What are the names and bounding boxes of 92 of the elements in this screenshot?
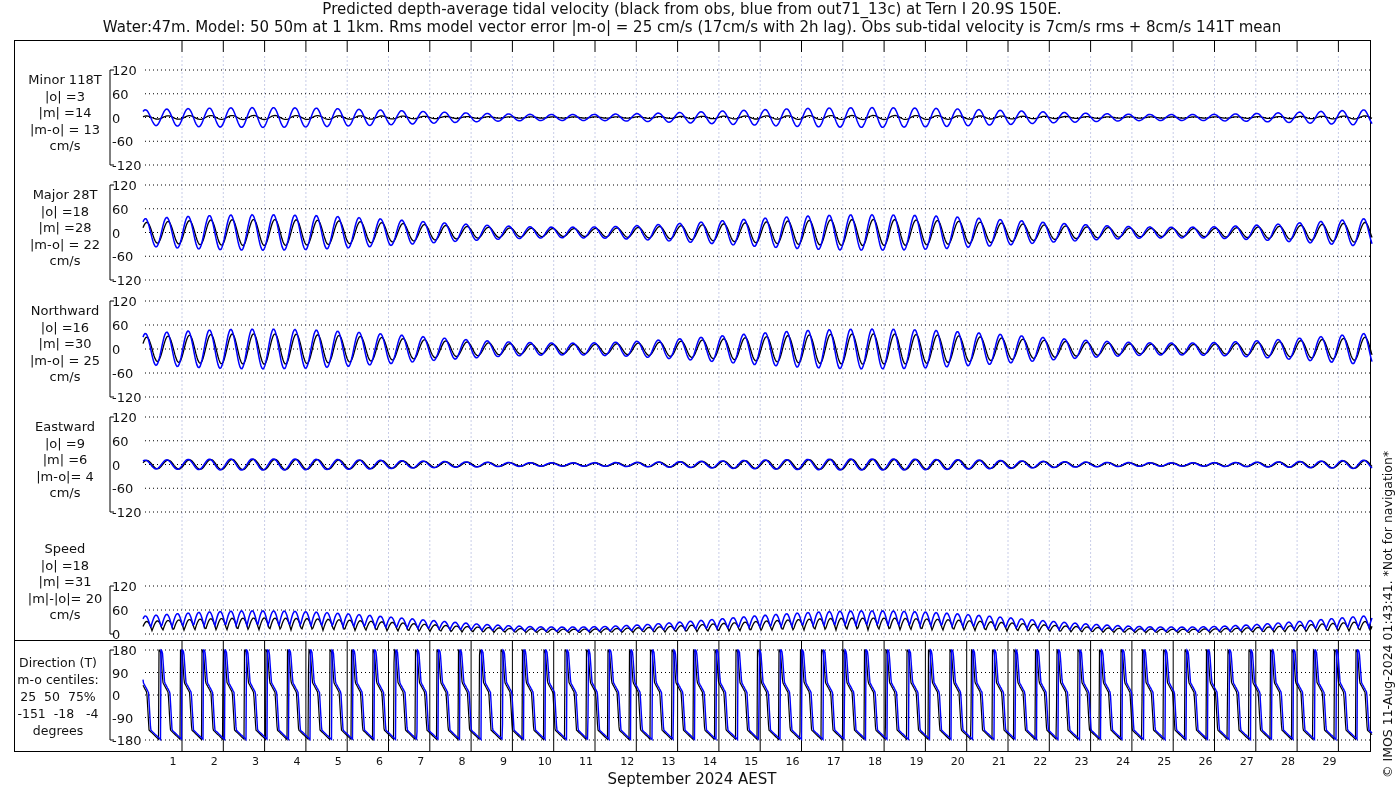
x-tick-label: 4 — [293, 755, 301, 768]
x-tick-label: 25 — [1157, 755, 1172, 768]
y-tick-label: -60 — [112, 134, 134, 150]
panel-label: |m| =28 — [38, 220, 92, 235]
y-tick-label: 60 — [112, 603, 129, 618]
panel-label: cm/s — [49, 138, 81, 153]
panel-label: cm/s — [49, 485, 81, 500]
y-tick-label: -120 — [112, 158, 142, 173]
y-tick-label: 120 — [112, 63, 137, 78]
y-tick-label: 0 — [112, 688, 121, 703]
panel-label: |m|-|o|= 20 — [27, 590, 103, 606]
x-tick-label: 3 — [252, 755, 260, 768]
panel-label: |m| =14 — [38, 105, 92, 120]
y-tick-label: 120 — [112, 410, 137, 425]
x-tick-label: 17 — [826, 755, 841, 768]
panel-label: |o| =18 — [40, 557, 90, 573]
y-tick-label: 90 — [112, 665, 129, 681]
y-tick-label: 60 — [112, 86, 129, 102]
x-tick-label: 21 — [992, 755, 1006, 768]
y-tick-label: -120 — [112, 390, 142, 405]
plot-title: Water:47m. Model: 50 50m at 1 1km. Rms model vector error |m-o| = 25 cm/s (17cm/s with 2h lag). Obs sub-tidal velocity is 7cm/s rms + 8cm/s 141T mean — [102, 18, 1282, 36]
plot-title: Predicted depth-average tidal velocity (black from obs, blue from out71_13c) at Tern I 20.9S 150E. — [322, 0, 1062, 18]
panel-label: Major 28T — [32, 187, 98, 202]
y-tick-label: -60 — [112, 366, 134, 381]
y-tick-label: -180 — [112, 733, 142, 748]
panel-label: cm/s — [49, 607, 81, 622]
panel-label: Speed — [44, 541, 86, 556]
y-tick-label: 120 — [112, 178, 137, 193]
y-tick-label: -120 — [112, 505, 142, 520]
y-axis — [109, 585, 115, 635]
panel-label: -151 -18 -4 — [17, 706, 99, 721]
panel-label: |o| =16 — [40, 319, 90, 335]
panel-label: |o| =18 — [40, 203, 90, 219]
x-tick-label: 26 — [1198, 755, 1213, 768]
x-tick-label: 18 — [868, 755, 883, 768]
y-tick-label: -90 — [112, 710, 134, 726]
y-tick-label: 60 — [112, 201, 129, 217]
panel-label: cm/s — [49, 253, 81, 268]
panel-label: cm/s — [49, 369, 81, 384]
x-tick-label: 1 — [169, 755, 177, 768]
x-tick-label: 6 — [376, 755, 383, 768]
panel-label: m-o centiles: — [17, 672, 99, 687]
x-tick-label: 5 — [334, 755, 342, 768]
x-tick-label: 11 — [579, 755, 593, 768]
x-tick-label: 19 — [909, 755, 924, 768]
y-tick-label: 0 — [112, 342, 121, 357]
x-tick-label: 29 — [1322, 755, 1337, 768]
y-tick-label: 0 — [112, 110, 121, 126]
panel-label: |m-o| = 13 — [30, 121, 100, 137]
panel-label: |o| =3 — [45, 88, 85, 104]
panel-label: |o| =9 — [45, 435, 85, 451]
panel-label: |m| =6 — [42, 452, 88, 467]
x-tick-label: 12 — [620, 755, 635, 768]
x-tick-label: 27 — [1239, 755, 1254, 768]
panel-label: Direction (T) — [19, 655, 97, 670]
y-tick-label: 0 — [112, 627, 121, 642]
y-tick-label: -60 — [112, 481, 134, 497]
panel-label: 25 50 75% — [20, 689, 96, 704]
panel-label: Northward — [30, 303, 100, 318]
x-tick-label: 10 — [537, 755, 552, 768]
x-tick-label: 7 — [417, 755, 425, 768]
x-tick-label: 2 — [210, 755, 218, 768]
x-axis-label: September 2024 AEST — [607, 770, 777, 788]
x-tick-label: 23 — [1074, 755, 1089, 768]
panel-label: |m| =31 — [38, 574, 92, 589]
panel-label: |m-o| = 25 — [30, 352, 100, 368]
y-tick-label: -60 — [112, 249, 134, 265]
panel-label: |m-o| = 22 — [30, 236, 100, 252]
y-tick-label: 0 — [112, 457, 121, 473]
panel-label: |m-o|= 4 — [36, 468, 94, 484]
panel-label: Eastward — [35, 419, 95, 434]
credit-text: © IMOS 11-Aug-2024 01:43:41. *Not for navigation* — [1380, 450, 1395, 778]
y-tick-label: 120 — [112, 294, 137, 309]
x-tick-label: 9 — [499, 755, 507, 768]
y-tick-label: 60 — [112, 318, 129, 333]
y-tick-label: 0 — [112, 225, 121, 241]
x-tick-label: 16 — [785, 755, 800, 768]
x-tick-label: 22 — [1033, 755, 1048, 768]
x-tick-label: 20 — [950, 755, 965, 768]
panel-label: |m| =30 — [38, 336, 92, 351]
x-tick-label: 8 — [458, 755, 466, 768]
y-tick-label: -120 — [112, 273, 142, 288]
x-tick-label: 14 — [702, 755, 717, 768]
x-tick-label: 28 — [1281, 755, 1296, 768]
y-tick-label: 180 — [112, 643, 137, 658]
x-tick-label: 13 — [661, 755, 676, 768]
panel-label: Minor 118T — [28, 72, 102, 87]
panel-label: degrees — [32, 723, 84, 738]
y-tick-label: 60 — [112, 433, 129, 449]
y-tick-label: 120 — [112, 579, 137, 594]
x-tick-label: 24 — [1115, 755, 1130, 768]
x-tick-label: 15 — [744, 755, 759, 768]
